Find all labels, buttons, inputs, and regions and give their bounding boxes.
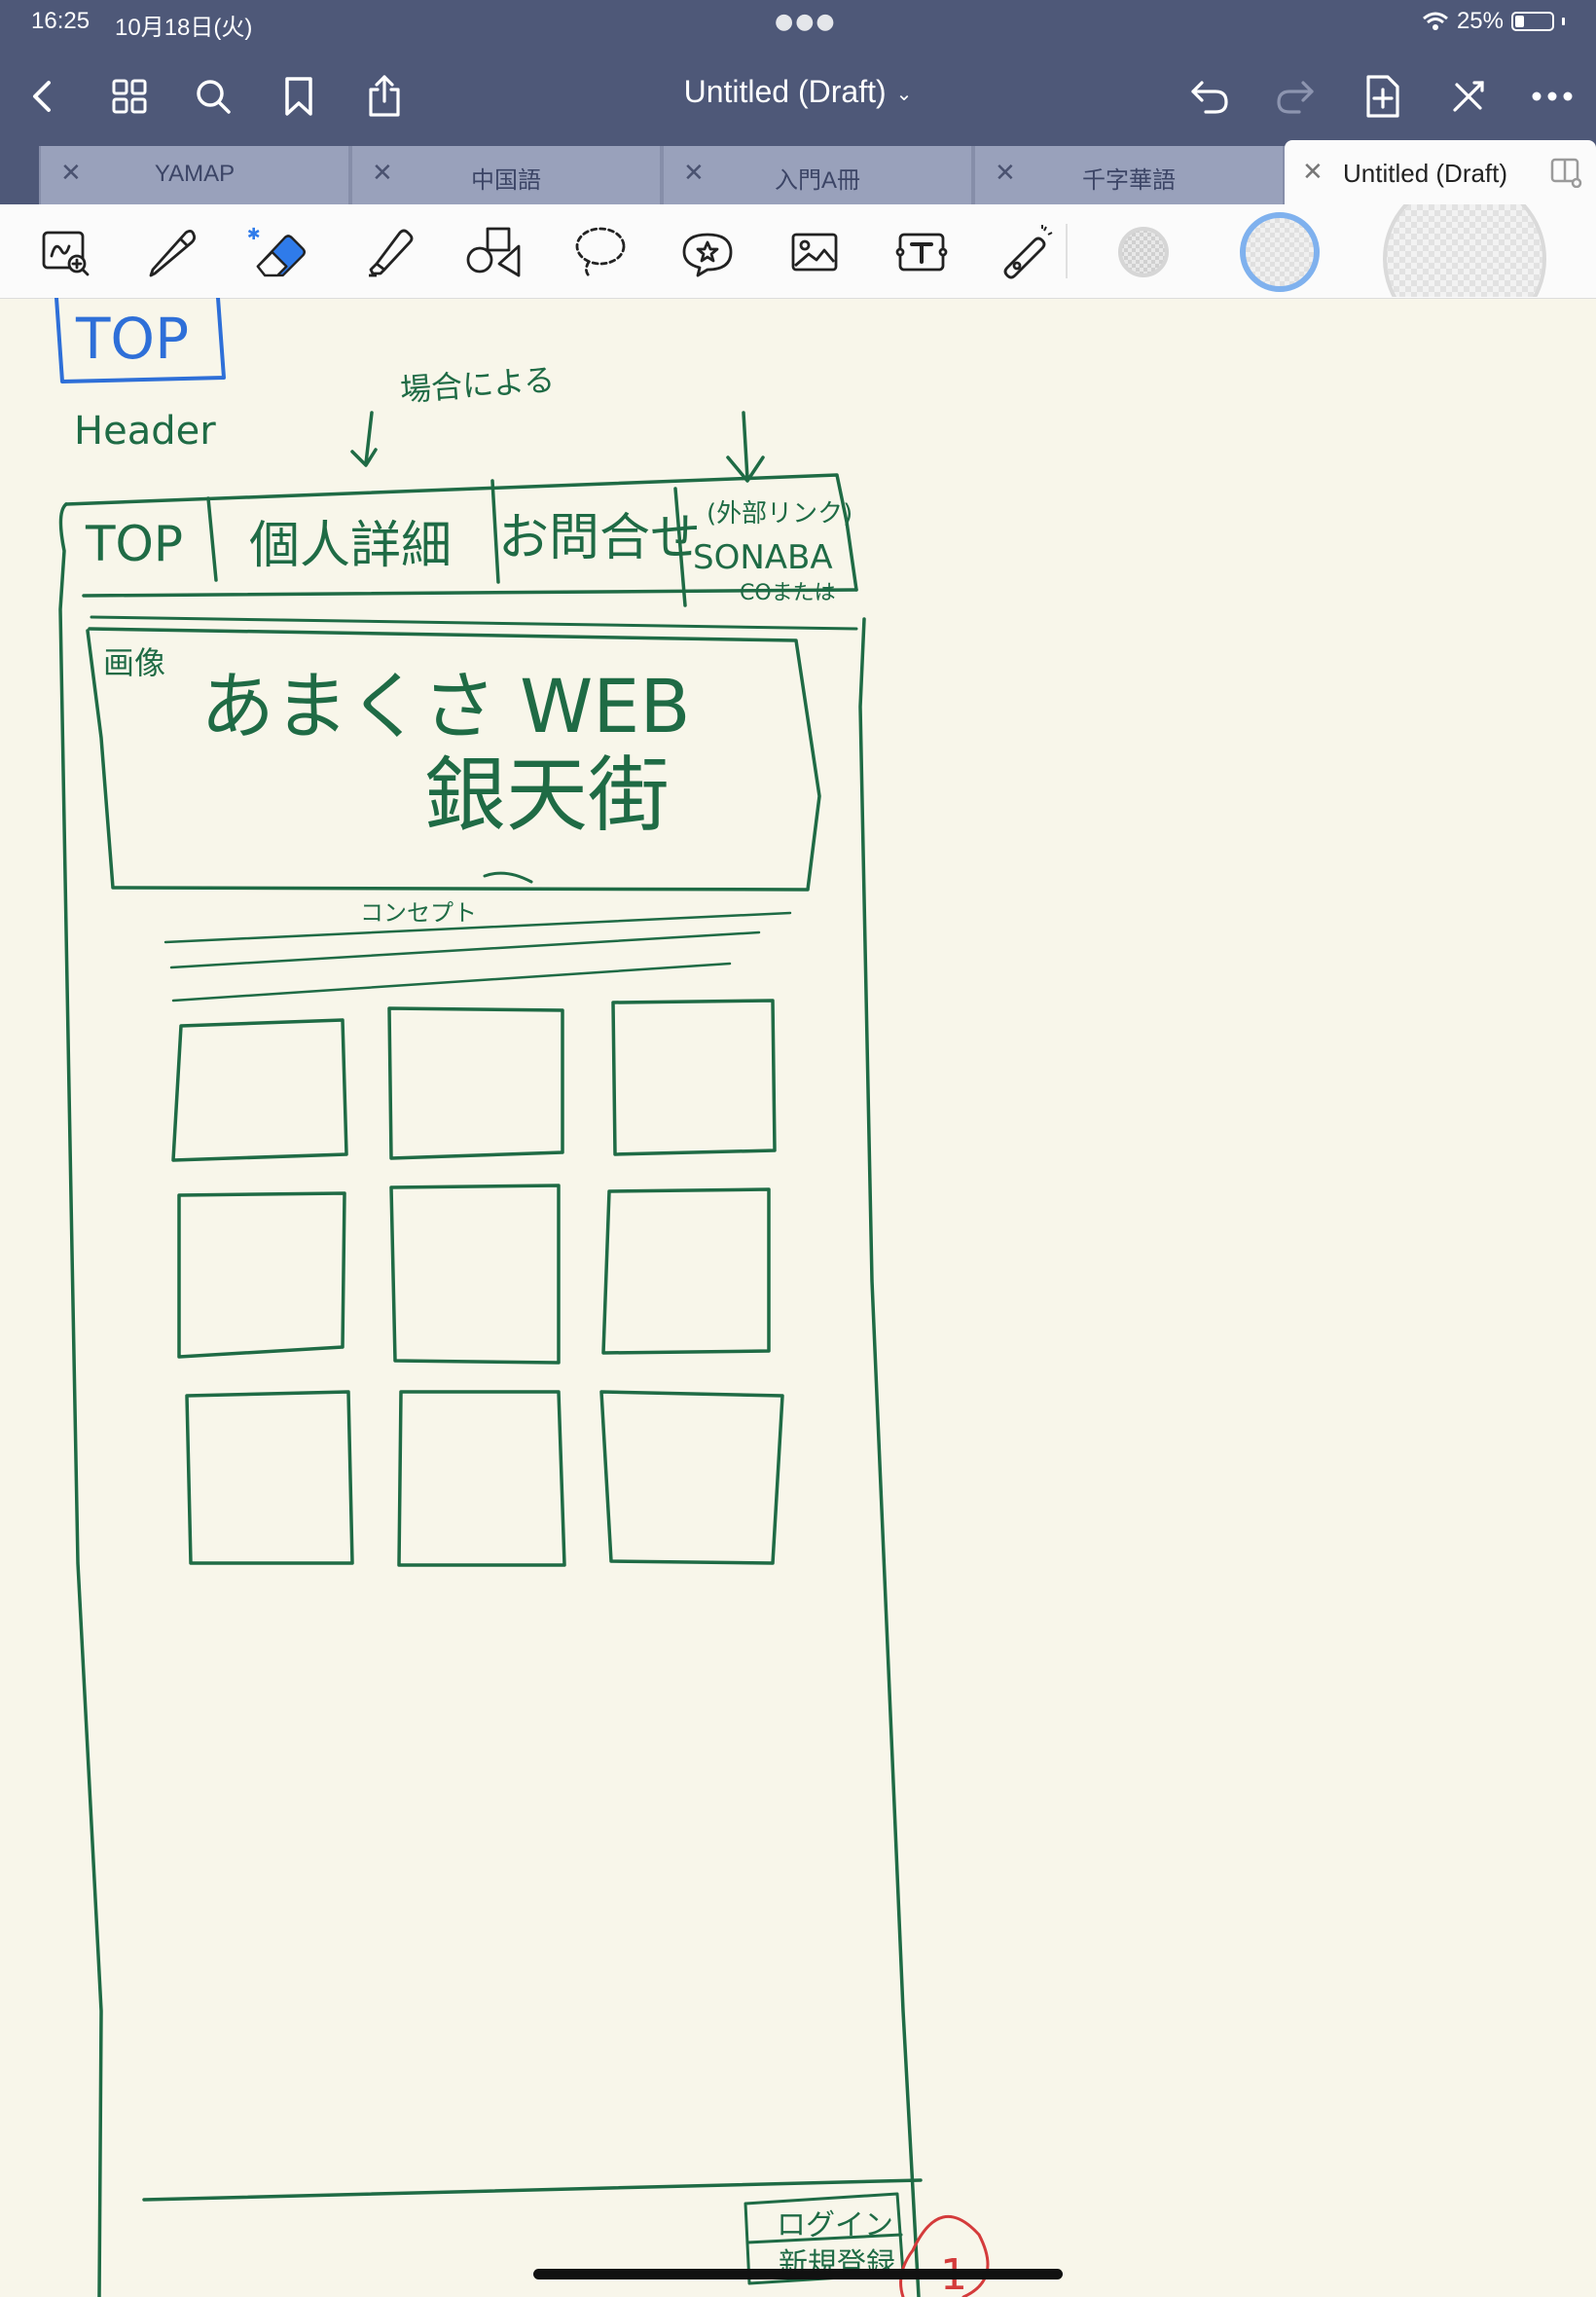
svg-text:✱: ✱ xyxy=(247,225,261,243)
document-title: Untitled (Draft) xyxy=(683,74,887,109)
close-toolbar-icon[interactable] xyxy=(1444,72,1493,121)
image-icon[interactable] xyxy=(780,218,849,286)
tab-senji[interactable]: ✕ 千字華語 xyxy=(973,146,1285,204)
chevron-down-icon: ⌄ xyxy=(895,84,913,106)
arrow-down-left xyxy=(350,411,378,467)
page-label: TOP xyxy=(75,306,189,372)
battery-percent: 25% xyxy=(1456,8,1504,34)
note-canvas[interactable]: TOP Header 場合による TOP 個人詳細 お問合せ (外部リンク) S… xyxy=(0,298,1596,2297)
tab-nyumon[interactable]: ✕ 入門A冊 xyxy=(662,146,973,204)
shapes-icon[interactable] xyxy=(459,218,527,286)
handwritten-sketch[interactable]: TOP Header 場合による TOP 個人詳細 お問合せ (外部リンク) S… xyxy=(0,298,1596,2297)
battery-cap xyxy=(1562,18,1565,25)
wifi-icon xyxy=(1422,12,1448,30)
grid-card xyxy=(185,1390,354,1565)
zoom-window-icon[interactable] xyxy=(31,218,99,286)
tab-label: 千字華語 xyxy=(1082,167,1176,194)
tab-chinese[interactable]: ✕ 中国語 xyxy=(350,146,662,204)
grid-card xyxy=(611,999,777,1156)
document-tabs: ✕ YAMAP ✕ 中国語 ✕ 入門A冊 ✕ 千字華語 ✕ Untitled (… xyxy=(0,140,1596,204)
split-view-icon[interactable] xyxy=(1549,157,1582,192)
footer-divider xyxy=(142,2178,923,2202)
nav-item-top: TOP xyxy=(85,516,183,572)
status-time: 16:25 xyxy=(31,8,91,34)
tab-untitled[interactable]: ✕ Untitled (Draft) xyxy=(1285,140,1596,204)
document-title-menu[interactable]: Untitled (Draft) ⌄ xyxy=(0,74,1596,110)
nav-external-sonaba: SONABA xyxy=(693,538,833,577)
tab-label: YAMAP xyxy=(154,161,236,187)
grid-card xyxy=(397,1390,566,1567)
grid-card xyxy=(389,1184,561,1365)
eraser-icon[interactable]: ✱ xyxy=(245,218,313,286)
redo-icon[interactable] xyxy=(1271,72,1320,121)
tab-label: 中国語 xyxy=(471,167,541,194)
hero-image-tag: 画像 xyxy=(103,644,165,681)
stroke-width-preview[interactable] xyxy=(1382,204,1547,298)
laser-pointer-icon[interactable] xyxy=(991,218,1059,286)
concept-line xyxy=(163,911,792,944)
tab-label: 入門A冊 xyxy=(774,167,860,194)
nav-item-contact: お問合せ xyxy=(498,509,701,567)
grid-card xyxy=(387,1006,564,1160)
header-label: Header xyxy=(74,409,216,454)
color-swatch-empty[interactable] xyxy=(1109,218,1178,286)
page-frame xyxy=(58,502,103,2297)
lasso-icon[interactable] xyxy=(566,218,635,286)
sticker-icon[interactable] xyxy=(673,218,742,286)
add-page-icon[interactable] xyxy=(1359,72,1407,121)
close-tab-icon[interactable]: ✕ xyxy=(1302,158,1324,187)
arrow-down-right xyxy=(726,411,765,483)
status-date: 10月18日(火) xyxy=(115,15,253,41)
pen-icon[interactable] xyxy=(138,218,206,286)
battery-icon xyxy=(1511,12,1554,31)
color-swatch-selected[interactable] xyxy=(1236,208,1324,296)
tool-palette: ✱ xyxy=(0,204,1596,299)
grid-card xyxy=(171,1018,348,1162)
hero-subtitle: 銀天街 xyxy=(424,747,670,843)
home-indicator[interactable] xyxy=(533,2269,1063,2279)
footer-login: ログイン xyxy=(777,2208,893,2242)
concept-label: コンセプト xyxy=(360,899,477,927)
concept-line xyxy=(171,962,732,1003)
tab-yamap[interactable]: ✕ YAMAP xyxy=(39,146,350,204)
battery-fill xyxy=(1515,16,1524,27)
hero-title: あまくさ WEB xyxy=(200,663,690,749)
conditional-note: 場合による xyxy=(399,361,556,409)
navigation-bar: Untitled (Draft) ⌄ xyxy=(0,47,1596,146)
undo-icon[interactable] xyxy=(1185,72,1234,121)
toolbar-divider xyxy=(1066,224,1068,278)
highlighter-icon[interactable] xyxy=(352,218,420,286)
nav-external-alt: COまたは xyxy=(740,581,836,605)
multitasking-dots-icon[interactable]: ●●● xyxy=(775,10,837,34)
nav-item-profile: 個人詳細 xyxy=(249,517,452,575)
grid-card xyxy=(177,1191,346,1359)
grid-card xyxy=(599,1390,784,1565)
more-icon[interactable] xyxy=(1528,72,1577,121)
tab-label: Untitled (Draft) xyxy=(1343,159,1508,188)
battery-indicator: 25% xyxy=(1422,8,1565,35)
text-icon[interactable] xyxy=(888,218,956,286)
status-bar: 16:25 10月18日(火) ●●● 25% xyxy=(0,0,1596,47)
nav-external-note: (外部リンク) xyxy=(707,499,852,529)
grid-card xyxy=(601,1187,771,1355)
